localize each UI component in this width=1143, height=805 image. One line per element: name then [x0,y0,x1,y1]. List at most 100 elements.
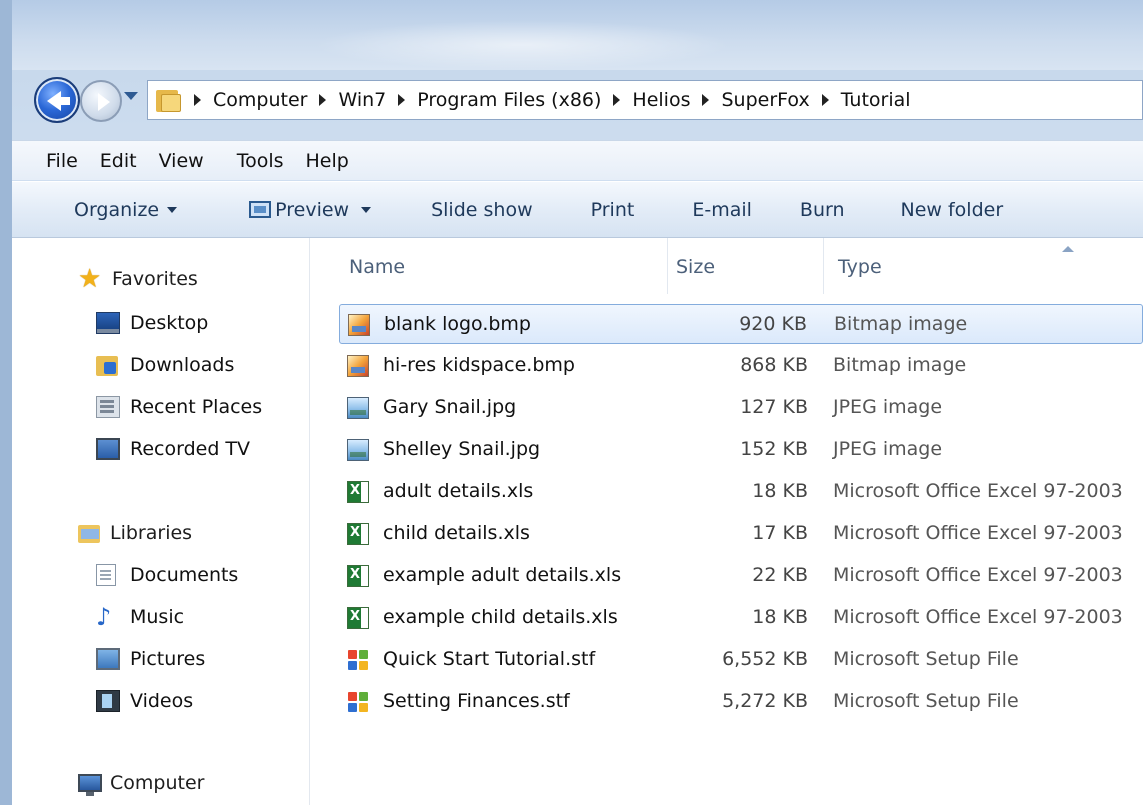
file-name: Quick Start Tutorial.stf [383,648,596,670]
libraries-group[interactable]: Libraries [78,522,192,544]
downloads-icon [96,354,120,376]
preview-button[interactable]: Preview [249,199,372,221]
sidebar-item-label: Downloads [130,354,235,376]
sidebar-item-label: Pictures [130,648,206,670]
file-size: 18 KB [752,606,808,628]
breadcrumb-arrow-icon[interactable] [398,94,406,106]
sidebar-item-label: Recorded TV [130,438,251,460]
new-folder-button[interactable]: New folder [901,199,1004,221]
recorded-tv-icon [96,438,120,460]
file-size: 5,272 KB [722,690,808,712]
excel-file-icon [347,565,369,587]
file-name: Gary Snail.jpg [383,396,517,418]
file-name: example adult details.xls [383,564,622,586]
file-list: Name Size Type blank logo.bmp 920 KB Bit… [311,238,1143,805]
email-button[interactable]: E-mail [692,199,752,221]
breadcrumb-arrow-icon[interactable] [821,94,829,106]
file-size: 127 KB [740,396,808,418]
jpeg-file-icon [347,397,369,419]
sidebar-item-label: Music [130,606,185,628]
column-type[interactable]: Type [838,256,882,278]
column-name[interactable]: Name [349,256,405,278]
file-row[interactable]: blank logo.bmp 920 KB Bitmap image [339,304,1143,344]
bitmap-file-icon [348,314,370,336]
organize-button[interactable]: Organize [74,198,178,221]
sidebar-item-label: Desktop [130,312,209,334]
address-bar[interactable]: Computer Win7 Program Files (x86) Helios… [147,80,1143,120]
breadcrumb-arrow-icon[interactable] [702,94,710,106]
excel-file-icon [347,481,369,503]
navigation-pane: ★ Favorites Desktop Downloads Recent Pla… [12,238,310,805]
sidebar-item-label: Recent Places [130,396,263,418]
file-name: Shelley Snail.jpg [383,438,541,460]
preview-icon [249,201,272,218]
file-type: Bitmap image [834,313,968,335]
excel-file-icon [347,523,369,545]
favorites-group[interactable]: ★ Favorites [78,266,198,292]
sidebar-item-label: Videos [130,690,194,712]
favorites-label: Favorites [112,268,198,290]
videos-icon [96,690,120,712]
breadcrumb-computer[interactable]: Computer [213,89,307,111]
sidebar-item-downloads[interactable]: Downloads [96,354,234,376]
file-row[interactable]: example child details.xls 18 KB Microsof… [339,598,1143,638]
command-bar: Organize Preview Slide show Print E-mail… [12,181,1143,238]
file-row[interactable]: example adult details.xls 22 KB Microsof… [339,556,1143,596]
breadcrumb-program-files[interactable]: Program Files (x86) [417,89,601,111]
menu-file[interactable]: File [46,150,78,172]
breadcrumb-arrow-icon[interactable] [319,94,327,106]
menu-edit[interactable]: Edit [100,150,137,172]
file-name: hi-res kidspace.bmp [383,354,575,376]
libraries-icon [78,522,102,544]
sidebar-item-music[interactable]: ♪ Music [96,605,185,629]
file-type: JPEG image [833,438,943,460]
file-type: Microsoft Office Excel 97-2003 [833,522,1123,544]
breadcrumb: Computer Win7 Program Files (x86) Helios… [190,81,911,119]
recent-pages-dropdown[interactable] [124,92,138,100]
breadcrumb-arrow-icon[interactable] [194,94,201,106]
file-row[interactable]: child details.xls 17 KB Microsoft Office… [339,514,1143,554]
file-size: 868 KB [740,354,808,376]
forward-button[interactable] [80,80,122,122]
slideshow-button[interactable]: Slide show [431,199,533,221]
content-area: ★ Favorites Desktop Downloads Recent Pla… [12,238,1143,805]
organize-label: Organize [74,198,160,221]
sidebar-item-pictures[interactable]: Pictures [96,648,205,670]
file-size: 18 KB [752,480,808,502]
menu-bar: File Edit View Tools Help [12,140,1143,180]
burn-button[interactable]: Burn [800,199,845,221]
file-type: Microsoft Setup File [833,690,1019,712]
file-row[interactable]: Gary Snail.jpg 127 KB JPEG image [339,388,1143,428]
computer-icon [78,774,102,796]
file-row[interactable]: Shelley Snail.jpg 152 KB JPEG image [339,430,1143,470]
column-header: Name Size Type [311,238,1143,294]
breadcrumb-arrow-icon[interactable] [613,94,621,106]
file-row[interactable]: hi-res kidspace.bmp 868 KB Bitmap image [339,346,1143,386]
menu-view[interactable]: View [159,150,204,172]
jpeg-file-icon [347,439,369,461]
menu-help[interactable]: Help [306,150,349,172]
print-button[interactable]: Print [591,199,635,221]
menu-tools[interactable]: Tools [237,150,284,172]
breadcrumb-helios[interactable]: Helios [632,89,690,111]
sidebar-item-recorded-tv[interactable]: Recorded TV [96,438,250,460]
sidebar-item-recent-places[interactable]: Recent Places [96,396,262,418]
breadcrumb-tutorial[interactable]: Tutorial [841,89,911,111]
sidebar-item-label: Documents [130,564,239,586]
sidebar-item-videos[interactable]: Videos [96,690,193,712]
column-divider[interactable] [823,238,824,294]
column-divider[interactable] [667,238,668,294]
column-size[interactable]: Size [676,256,715,278]
computer-group[interactable]: Computer [78,772,205,796]
computer-label: Computer [110,772,205,794]
file-name: example child details.xls [383,606,618,628]
sidebar-item-documents[interactable]: Documents [96,564,238,586]
breadcrumb-win7[interactable]: Win7 [338,89,386,111]
sidebar-item-desktop[interactable]: Desktop [96,312,208,334]
file-row[interactable]: adult details.xls 18 KB Microsoft Office… [339,472,1143,512]
breadcrumb-superfox[interactable]: SuperFox [721,89,809,111]
back-button[interactable] [34,77,80,123]
documents-icon [96,564,116,586]
file-row[interactable]: Setting Finances.stf 5,272 KB Microsoft … [339,682,1143,722]
file-row[interactable]: Quick Start Tutorial.stf 6,552 KB Micros… [339,640,1143,680]
